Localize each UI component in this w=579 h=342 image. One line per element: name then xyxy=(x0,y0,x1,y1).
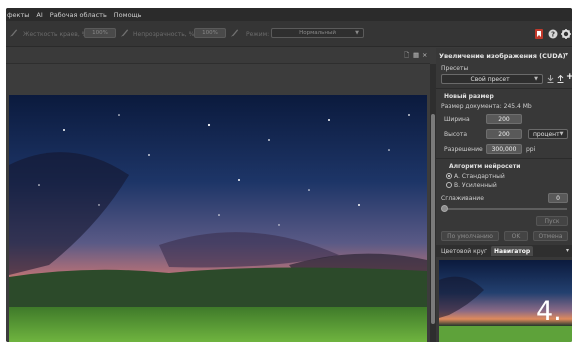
document-size-text: Размер документа: 245.4 Mb xyxy=(441,103,532,110)
chevron-down-icon: ▼ xyxy=(534,76,538,82)
algorithm-b-label[interactable]: B. Усиленный xyxy=(454,182,497,189)
width-field[interactable]: 200 xyxy=(486,114,522,124)
mode-label: Режим: xyxy=(246,31,270,38)
collapse-chevron-icon[interactable]: ▾ xyxy=(565,51,568,58)
canvas-area[interactable] xyxy=(6,64,430,342)
height-field[interactable]: 200 xyxy=(486,129,522,139)
scrollbar-thumb[interactable] xyxy=(431,114,435,324)
add-preset-icon[interactable]: + xyxy=(566,72,572,82)
smoothing-slider-knob[interactable] xyxy=(441,205,448,212)
ok-button[interactable]: OK xyxy=(504,231,528,241)
chevron-down-icon: ▼ xyxy=(355,30,359,36)
menu-help[interactable]: Помощь xyxy=(114,11,142,19)
mode-dropdown[interactable]: Нормальный ▼ xyxy=(271,28,364,38)
svg-text:?: ? xyxy=(551,31,555,39)
hardness-label: Жесткость краев, % xyxy=(23,31,88,38)
chevron-down-icon: ▼ xyxy=(559,131,564,137)
upload-icon[interactable] xyxy=(557,75,564,83)
document-icon[interactable]: 🗋 xyxy=(404,51,409,62)
close-icon[interactable]: × xyxy=(422,51,427,59)
resolution-label: Разрешение xyxy=(444,146,483,153)
height-label: Высота xyxy=(444,131,467,138)
presets-label: Пресеты xyxy=(441,65,469,72)
opacity-pressure-icon[interactable] xyxy=(230,28,239,38)
width-label: Ширина xyxy=(444,116,470,123)
menu-workspace[interactable]: Рабочая область xyxy=(50,11,107,19)
unit-dropdown[interactable]: процент ▼ xyxy=(528,129,568,139)
tab-color-wheel[interactable]: Цветовой круг xyxy=(438,246,490,256)
cancel-button[interactable]: Отмена xyxy=(533,231,568,241)
help-icon[interactable]: ? xyxy=(548,29,558,39)
panel-title: Увеличение изображения (CUDA) xyxy=(439,52,566,60)
divider xyxy=(436,88,572,89)
preset-value: Свой пресет xyxy=(470,75,510,83)
algorithm-title: Алгоритм нейросети xyxy=(449,163,521,170)
new-size-title: Новый размер xyxy=(444,93,494,100)
resolution-field[interactable]: 300,000 xyxy=(486,144,522,154)
smoothing-label: Сглаживание xyxy=(441,195,484,202)
tab-navigator[interactable]: Навигатор xyxy=(491,246,534,256)
bookmark-icon[interactable] xyxy=(534,29,544,39)
start-button[interactable]: Пуск xyxy=(536,216,568,226)
menu-effects[interactable]: фекты xyxy=(7,11,29,19)
mode-value: Нормальный xyxy=(299,30,336,36)
algorithm-a-label[interactable]: A. Стандартный xyxy=(454,173,505,180)
unit-value: процент xyxy=(533,130,560,138)
preset-dropdown[interactable]: Свой пресет ▼ xyxy=(441,74,543,84)
tabs-menu-chevron-icon[interactable]: ▾ xyxy=(566,247,569,254)
options-bar: Жесткость краев, % 100% Непрозрачность, … xyxy=(6,21,572,47)
default-button[interactable]: По умолчанию xyxy=(441,231,499,241)
night-sky-photo xyxy=(9,95,427,342)
hardness-field[interactable]: 100% xyxy=(84,28,116,38)
algorithm-b-radio[interactable] xyxy=(446,182,452,188)
menu-bar: фекты AI Рабочая область Помощь xyxy=(6,8,572,21)
step-number-overlay: 4. xyxy=(536,296,562,327)
resolution-unit: ppi xyxy=(526,146,536,153)
pressure-brush-icon[interactable] xyxy=(120,28,129,38)
algorithm-a-radio[interactable] xyxy=(446,173,452,179)
settings-gear-icon[interactable] xyxy=(561,29,571,39)
app-window: фекты AI Рабочая область Помощь Жесткост… xyxy=(6,8,572,342)
layout-grid-icon[interactable]: ▦ xyxy=(413,51,419,59)
opacity-label: Непрозрачность, % xyxy=(133,31,195,38)
divider xyxy=(436,158,572,159)
opacity-field[interactable]: 100% xyxy=(194,28,226,38)
download-icon[interactable] xyxy=(547,75,554,83)
menu-ai[interactable]: AI xyxy=(36,11,42,19)
document-tab-bar: 🗋 ▦ × xyxy=(6,47,430,64)
brush-icon[interactable] xyxy=(9,28,18,38)
smoothing-slider-track[interactable] xyxy=(443,208,567,210)
smoothing-field[interactable]: 0 xyxy=(548,193,568,203)
panel-tab-bar: Цветовой круг Навигатор ▾ xyxy=(436,245,572,257)
